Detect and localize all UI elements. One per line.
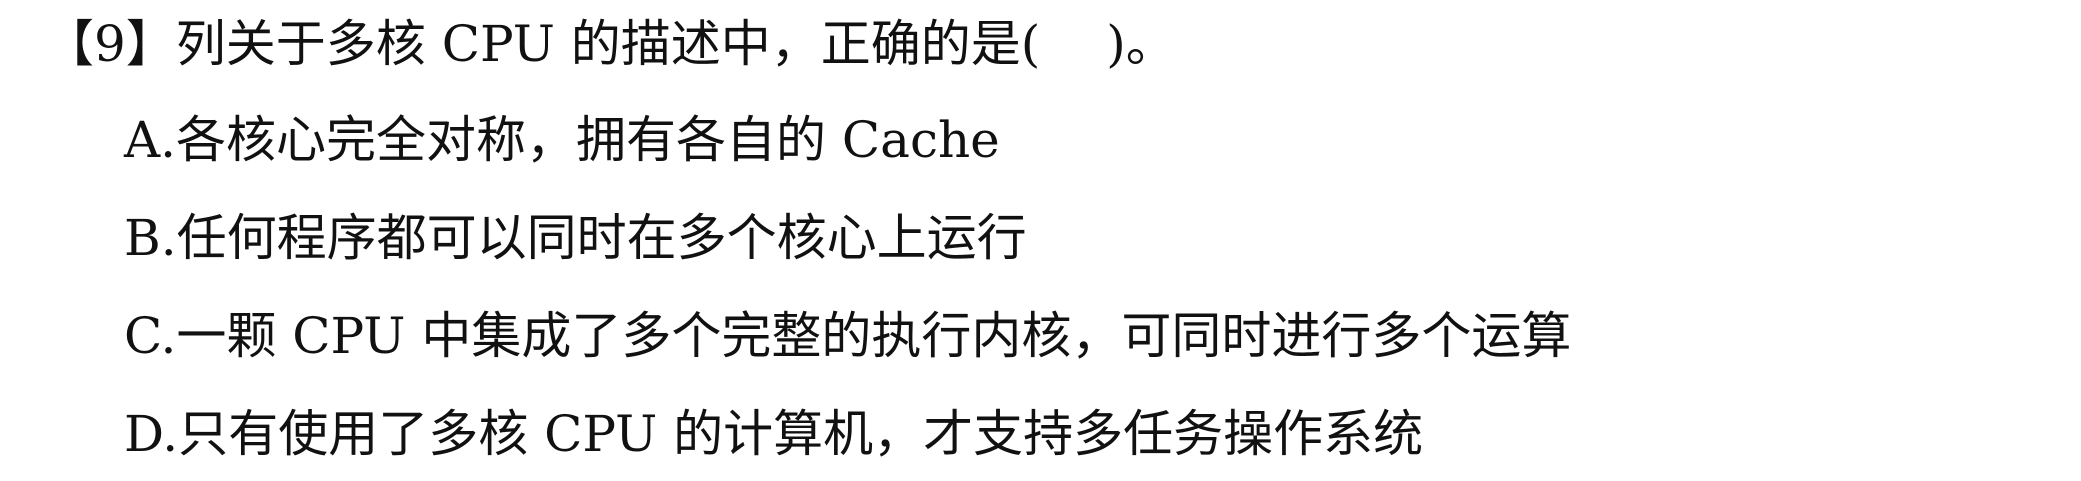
option-b: B.任何程序都可以同时在多个核心上运行 [124, 209, 1027, 267]
question-suffix: )。 [1106, 15, 1176, 73]
question-stem: 【9】列关于多核 CPU 的描述中，正确的是( )。 [44, 14, 1176, 74]
question-prefix: 【9】列关于多核 CPU 的描述中，正确的是( [44, 15, 1041, 73]
answer-options: A.各核心完全对称，拥有各自的 Cache B.任何程序都可以同时在多个核心上运… [124, 110, 1571, 464]
document-page: 【9】列关于多核 CPU 的描述中，正确的是( )。 A.各核心完全对称，拥有各自… [0, 0, 2081, 481]
option-c: C.一颗 CPU 中集成了多个完整的执行内核，可同时进行多个运算 [124, 307, 1572, 365]
option-d: D.只有使用了多核 CPU 的计算机，才支持多任务操作系统 [124, 405, 1424, 463]
option-a: A.各核心完全对称，拥有各自的 Cache [124, 111, 1000, 169]
